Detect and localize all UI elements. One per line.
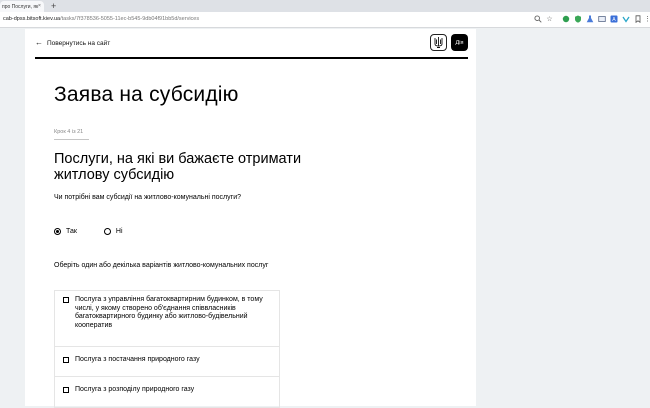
shield-icon[interactable] (573, 15, 582, 24)
subsidy-radio-group: Так Ні (54, 228, 150, 235)
diia-logo[interactable]: Дія (451, 34, 468, 51)
section-heading: Послуги, на які ви бажаєте отримати житл… (54, 151, 302, 183)
back-label: Повернутись на сайт (47, 39, 111, 47)
radio-no-circle[interactable] (103, 228, 111, 235)
back-to-site-link[interactable]: ← Повернутись на сайт (35, 39, 110, 47)
radio-no-label: Ні (115, 228, 123, 235)
radio-no[interactable]: Ні (103, 228, 123, 235)
flask-icon[interactable] (585, 15, 594, 24)
radio-yes-label: Так (66, 228, 77, 235)
checkbox[interactable] (63, 387, 69, 393)
zoom-icon[interactable] (533, 15, 542, 24)
browser-tab[interactable]: про Послуги, як × (0, 1, 44, 12)
puzzle-icon[interactable] (561, 15, 570, 24)
service-page: ← Повернутись на сайт Дія Заява на субси… (25, 29, 476, 408)
vpn-icon[interactable] (621, 15, 630, 24)
service-option-gas-distribution[interactable]: Послуга з розподілу природного газу (55, 377, 279, 407)
service-option-building-management[interactable]: Послуга з управління багатоквартирним бу… (55, 291, 279, 347)
service-option-gas-supply[interactable]: Послуга з постачання природного газу (55, 347, 279, 377)
service-option-label: Послуга з управління багатоквартирним бу… (75, 296, 263, 329)
bookmark-icon[interactable] (633, 15, 642, 24)
step-divider (54, 139, 89, 140)
page-header: ← Повернутись на сайт Дія (25, 29, 476, 59)
header-divider (35, 57, 468, 59)
browser-tab-title: про Послуги, як (2, 4, 39, 10)
close-icon[interactable]: × (38, 3, 41, 9)
arrow-left-icon: ← (35, 38, 43, 47)
translate-icon[interactable]: A (609, 15, 618, 24)
services-checkbox-list: Послуга з управління багатоквартирним бу… (54, 290, 280, 408)
radio-yes-circle[interactable] (54, 228, 61, 235)
page-title: Заява на субсидію (54, 83, 239, 106)
service-option-label: Послуга з постачання природного газу (75, 356, 200, 363)
star-icon[interactable]: ☆ (545, 15, 554, 24)
trident-icon[interactable] (430, 34, 447, 51)
url-path: /tasks/7f378536-5055-11ec-b545-9db04f91b… (60, 16, 200, 22)
radio-yes[interactable]: Так (54, 228, 77, 235)
mail-icon[interactable] (597, 15, 606, 24)
svg-text:A: A (612, 17, 616, 23)
menu-icon[interactable]: ⋮ (643, 15, 650, 24)
checkbox[interactable] (63, 297, 69, 303)
new-tab-button[interactable]: + (51, 1, 56, 11)
browser-tabbar: про Послуги, як × + (0, 0, 650, 12)
subsidy-question: Чи потрібні вам субсидії на житлово-кому… (54, 194, 241, 201)
url-host: cab-dpss.bitsoft.kiev.ua (3, 16, 61, 22)
browser-address-bar: cab-dpss.bitsoft.kiev.ua/tasks/7f378536-… (0, 12, 650, 28)
checkbox[interactable] (63, 357, 69, 363)
step-indicator: Крок 4 із 21 (54, 129, 84, 135)
service-option-label: Послуга з розподілу природного газу (75, 386, 195, 393)
url-field[interactable]: cab-dpss.bitsoft.kiev.ua/tasks/7f378536-… (3, 16, 199, 22)
services-prompt: Оберіть один або декілька варіантів житл… (54, 262, 269, 269)
